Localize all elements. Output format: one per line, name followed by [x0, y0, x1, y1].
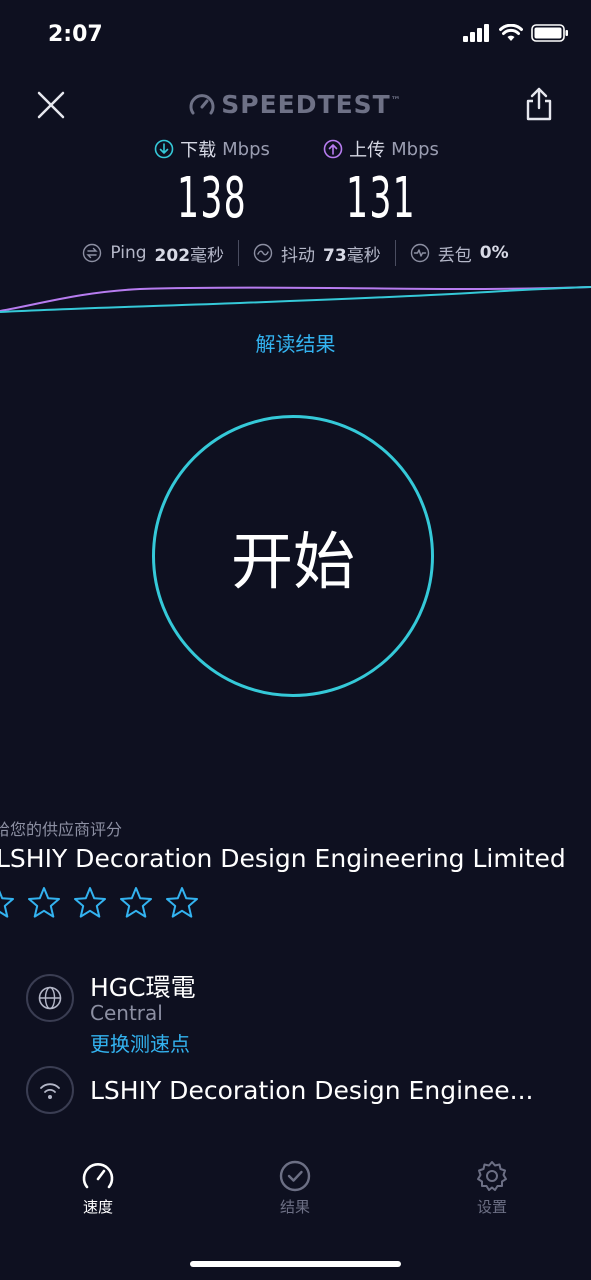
speedtest-gauge-icon [189, 94, 215, 115]
battery-icon [531, 24, 568, 42]
upload-label-row: 上传 Mbps [301, 136, 461, 162]
download-graph-line [0, 286, 591, 313]
wifi-status-icon [499, 24, 523, 41]
jitter-value: 73 [323, 245, 347, 266]
upload-value: 131 [345, 166, 416, 231]
ping-value: 202 [154, 245, 191, 266]
gear-icon [477, 1161, 507, 1191]
download-label-row: 下载 Mbps [132, 136, 292, 162]
packet-loss-unit: % [491, 243, 509, 263]
star-icon-3[interactable] [72, 885, 108, 921]
network-name: LSHIY Decoration Design Enginee... [90, 1076, 534, 1105]
network-wifi-badge [26, 1066, 74, 1114]
star-icon-2[interactable] [26, 885, 62, 921]
start-label: 开始 [230, 525, 355, 598]
jitter-label: 抖动 [281, 245, 316, 266]
nav-tab-results[interactable]: 结果 [245, 1160, 345, 1217]
share-icon [526, 87, 552, 121]
ping-label: Ping [110, 243, 147, 263]
checkmark-circle-icon [279, 1160, 311, 1192]
ping-stat: Ping 202毫秒 [68, 241, 238, 266]
packet-loss-stat: 丢包 0% [396, 241, 523, 266]
share-button[interactable] [523, 86, 555, 122]
nav-label-speed: 速度 [82, 1198, 113, 1216]
download-arrow-icon [154, 139, 174, 159]
wifi-icon [40, 1083, 60, 1099]
jitter-unit: 毫秒 [346, 245, 381, 266]
upload-metric: 上传 Mbps 131 [301, 136, 461, 231]
rating-prompt: 给您的供应商评分 [0, 820, 123, 839]
star-icon-5[interactable] [164, 885, 200, 921]
upload-label: 上传 [349, 140, 386, 161]
upload-arrow-icon [323, 139, 343, 159]
star-icon-4[interactable] [118, 885, 154, 921]
status-icons [463, 24, 569, 42]
jitter-stat: 抖动 73毫秒 [239, 241, 395, 266]
speedtest-logo: SPEEDTEST™ [0, 90, 591, 119]
server-location: Central [90, 1001, 163, 1025]
nav-label-results: 结果 [279, 1198, 310, 1216]
ping-unit: 毫秒 [190, 245, 225, 266]
status-time: 2:07 [48, 22, 103, 47]
nav-tab-speed[interactable]: 速度 [48, 1160, 148, 1217]
change-server-link[interactable]: 更换测速点 [90, 1028, 190, 1057]
provider-name: LSHIY Decoration Design Engineering Limi… [0, 844, 566, 873]
speed-graph [0, 286, 591, 313]
stats-row: Ping 202毫秒 抖动 73毫秒 丢包 0% [0, 240, 591, 266]
packet-loss-icon [410, 243, 429, 263]
packet-loss-label: 丢包 [437, 245, 472, 266]
cellular-signal-icon [463, 24, 489, 42]
logo-text: SPEEDTEST [221, 90, 391, 119]
rating-stars [0, 885, 200, 921]
globe-icon [38, 986, 62, 1010]
server-name: HGC環電 [90, 973, 196, 1002]
download-metric: 下载 Mbps 138 [132, 136, 292, 231]
download-value: 138 [176, 166, 247, 231]
packet-loss-value: 0 [479, 243, 492, 263]
home-indicator [190, 1261, 401, 1267]
ping-icon [83, 243, 102, 263]
nav-tab-settings[interactable]: 设置 [442, 1160, 542, 1217]
start-button[interactable]: 开始 [152, 415, 434, 697]
speedtest-screen: 2:07 SPEEDTEST™ 下载 Mbps 138 上传 Mbps 131 … [0, 0, 591, 1280]
star-icon-1[interactable] [0, 885, 16, 921]
jitter-icon [253, 243, 273, 263]
speedometer-icon [82, 1163, 114, 1189]
interpret-results-link[interactable]: 解读结果 [0, 328, 591, 357]
server-globe-badge [26, 974, 74, 1022]
nav-label-settings: 设置 [476, 1198, 507, 1216]
download-unit: Mbps [222, 138, 270, 160]
upload-unit: Mbps [391, 138, 439, 160]
download-label: 下载 [180, 140, 217, 161]
